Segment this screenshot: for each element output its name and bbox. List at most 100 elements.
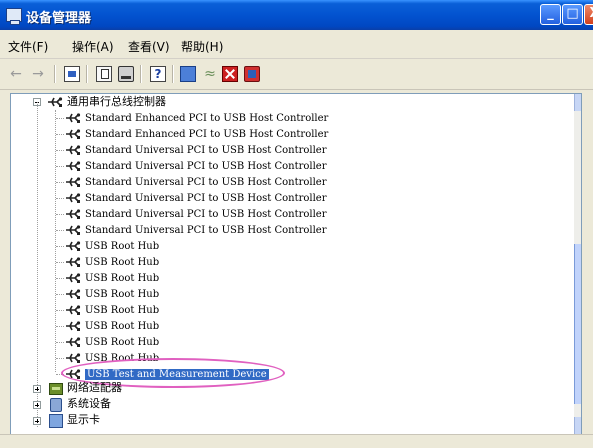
device-label: Standard Universal PCI to USB Host Contr… xyxy=(85,177,327,188)
title-bar[interactable]: 设备管理器 _ □ X xyxy=(0,0,593,30)
toolbar: ← → ? ≈ xyxy=(0,59,593,90)
device-label: Standard Universal PCI to USB Host Contr… xyxy=(85,209,327,220)
tree-connector xyxy=(56,230,64,231)
usb-device-icon xyxy=(65,111,81,125)
usb-device-icon xyxy=(65,287,81,301)
device-label: Standard Universal PCI to USB Host Contr… xyxy=(85,225,327,236)
usb-device-icon xyxy=(65,127,81,141)
usb-device-icon xyxy=(65,303,81,317)
disable-device-icon[interactable] xyxy=(222,66,238,82)
tree-group-network-adapters[interactable]: 网络适配器 xyxy=(67,380,122,396)
device-tree: 通用串行总线控制器 Standard Enhanced PCI to USB H… xyxy=(11,94,573,434)
update-driver-icon[interactable]: ≈ xyxy=(202,66,218,82)
device-label: USB Root Hub xyxy=(85,289,160,300)
device-label: USB Root Hub xyxy=(85,257,160,268)
tree-connector xyxy=(56,246,64,247)
toolbar-separator xyxy=(172,65,174,83)
usb-icon xyxy=(47,95,63,109)
menu-file[interactable]: 文件(F) xyxy=(8,38,48,55)
print-icon[interactable] xyxy=(118,66,134,82)
tree-connector xyxy=(56,198,64,199)
close-button[interactable]: X xyxy=(584,4,593,25)
usb-device-icon xyxy=(65,271,81,285)
properties-icon[interactable] xyxy=(96,66,112,82)
maximize-icon: □ xyxy=(566,6,579,21)
expand-toggle[interactable] xyxy=(33,385,41,393)
device-label: USB Root Hub xyxy=(85,241,160,252)
tree-connector xyxy=(56,166,64,167)
scroll-down-button[interactable] xyxy=(574,417,581,434)
minimize-button[interactable]: _ xyxy=(540,4,561,25)
console-tree-icon[interactable] xyxy=(64,66,80,82)
tree-group-display-adapters[interactable]: 显示卡 xyxy=(67,412,100,428)
tree-connector xyxy=(56,358,64,359)
tree-item-usb-device[interactable]: USB Root Hub xyxy=(85,334,159,350)
usb-device-icon xyxy=(65,191,81,205)
tree-item-usb-device[interactable]: USB Root Hub xyxy=(85,238,159,254)
window-title: 设备管理器 xyxy=(26,11,92,26)
group-label: 系统设备 xyxy=(67,397,111,410)
usb-device-icon xyxy=(65,319,81,333)
tree-connector xyxy=(37,102,38,427)
device-label: USB Root Hub xyxy=(85,321,160,332)
help-icon[interactable]: ? xyxy=(150,66,166,82)
tree-item-usb-device[interactable]: USB Root Hub xyxy=(85,286,159,302)
tree-item-usb-device[interactable]: Standard Universal PCI to USB Host Contr… xyxy=(85,206,327,222)
tree-connector xyxy=(56,134,64,135)
usb-device-icon xyxy=(65,255,81,269)
expand-toggle[interactable] xyxy=(33,401,41,409)
device-manager-icon xyxy=(6,8,22,25)
tree-item-usb-device[interactable]: USB Root Hub xyxy=(85,302,159,318)
device-label: USB Root Hub xyxy=(85,305,160,316)
device-label: USB Root Hub xyxy=(85,273,160,284)
menu-view[interactable]: 查看(V) xyxy=(128,38,170,55)
tree-item-usb-device[interactable]: Standard Universal PCI to USB Host Contr… xyxy=(85,222,327,238)
tree-connector xyxy=(56,262,64,263)
device-label: Standard Enhanced PCI to USB Host Contro… xyxy=(85,113,329,124)
group-label: 网络适配器 xyxy=(67,381,122,394)
tree-item-usb-device[interactable]: Standard Universal PCI to USB Host Contr… xyxy=(85,158,327,174)
menu-bar: 文件(F) 操作(A) 查看(V) 帮助(H) xyxy=(0,30,593,59)
vertical-scrollbar[interactable] xyxy=(574,94,581,434)
device-label: Standard Universal PCI to USB Host Contr… xyxy=(85,193,327,204)
system-devices-icon xyxy=(50,398,62,412)
tree-connector xyxy=(56,310,64,311)
tree-item-usb-device[interactable]: Standard Universal PCI to USB Host Contr… xyxy=(85,174,327,190)
tree-item-usb-device[interactable]: Standard Enhanced PCI to USB Host Contro… xyxy=(85,110,328,126)
toolbar-separator xyxy=(140,65,142,83)
scroll-up-button[interactable] xyxy=(574,94,581,111)
maximize-button[interactable]: □ xyxy=(562,4,583,25)
tree-item-usb-device[interactable]: USB Root Hub xyxy=(85,270,159,286)
tree-connector xyxy=(56,326,64,327)
minimize-icon: _ xyxy=(547,6,554,21)
tree-item-usb-device[interactable]: Standard Universal PCI to USB Host Contr… xyxy=(85,142,327,158)
tree-item-usb-device[interactable]: USB Root Hub xyxy=(85,318,159,334)
scroll-thumb[interactable] xyxy=(574,244,581,404)
device-label: Standard Enhanced PCI to USB Host Contro… xyxy=(85,129,329,140)
group-label: 显示卡 xyxy=(67,413,100,426)
usb-device-icon xyxy=(65,223,81,237)
tree-item-usb-device[interactable]: Standard Enhanced PCI to USB Host Contro… xyxy=(85,126,328,142)
usb-device-icon xyxy=(65,239,81,253)
back-arrow-icon[interactable]: ← xyxy=(8,66,24,82)
uninstall-device-icon[interactable] xyxy=(244,66,260,82)
expand-toggle[interactable] xyxy=(33,417,41,425)
tree-item-usb-device[interactable]: Standard Universal PCI to USB Host Contr… xyxy=(85,190,327,206)
tree-group-usb-controllers[interactable]: 通用串行总线控制器 xyxy=(67,94,166,110)
tree-connector xyxy=(56,278,64,279)
menu-action[interactable]: 操作(A) xyxy=(72,38,114,55)
group-label: 通用串行总线控制器 xyxy=(67,95,166,108)
tree-group-system-devices[interactable]: 系统设备 xyxy=(67,396,111,412)
status-bar xyxy=(0,434,593,448)
toolbar-separator xyxy=(86,65,88,83)
device-label: Standard Universal PCI to USB Host Contr… xyxy=(85,145,327,156)
network-adapter-icon xyxy=(49,383,63,395)
usb-device-icon xyxy=(65,335,81,349)
forward-arrow-icon[interactable]: → xyxy=(30,66,46,82)
tree-connector xyxy=(56,342,64,343)
device-tree-panel: 通用串行总线控制器 Standard Enhanced PCI to USB H… xyxy=(10,93,582,435)
tree-item-usb-device[interactable]: USB Root Hub xyxy=(85,254,159,270)
scan-hardware-icon[interactable] xyxy=(180,66,196,82)
menu-help[interactable]: 帮助(H) xyxy=(181,38,223,55)
tree-connector xyxy=(56,294,64,295)
